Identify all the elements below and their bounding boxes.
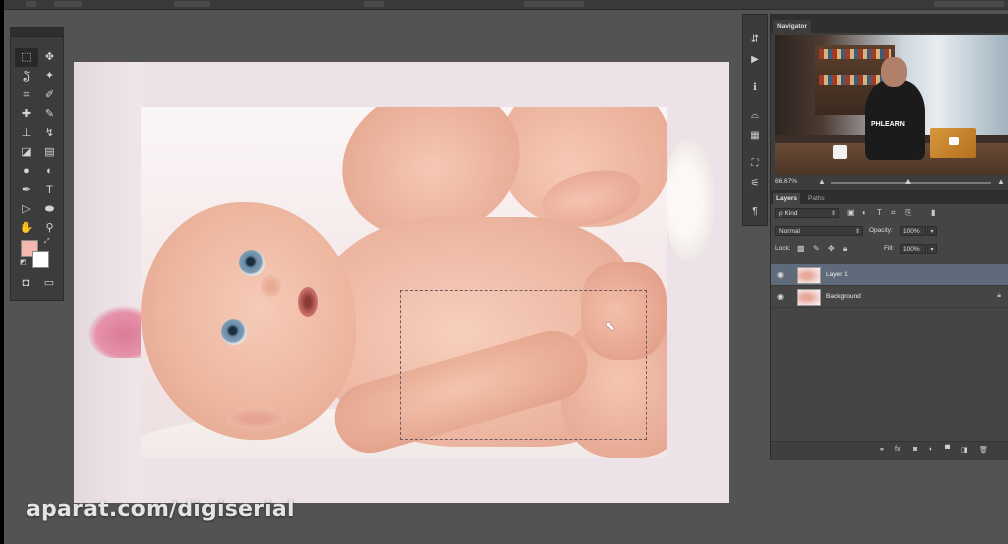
marquee-selection[interactable] xyxy=(400,290,647,440)
add-mask-icon[interactable]: ◙ xyxy=(913,446,917,453)
watermark: aparat.com/digiserial xyxy=(26,497,295,522)
filter-kind-select[interactable]: ρ Kind ⇕ xyxy=(775,208,839,218)
delete-layer-icon[interactable]: 🗑︎ xyxy=(979,446,988,454)
baby-eye xyxy=(221,319,247,345)
adjustment-layer-icon[interactable]: ◐ xyxy=(929,446,933,453)
history-icon[interactable]: ⇵ xyxy=(747,33,763,47)
move-tool-icon[interactable]: ✥ xyxy=(38,48,61,67)
type-tool-icon[interactable]: T xyxy=(38,181,61,200)
shape-filter-icon[interactable]: ⌗ xyxy=(891,208,896,218)
tab-layers[interactable]: Layers xyxy=(773,193,800,204)
lock-icon: 🔒︎ xyxy=(997,292,1001,299)
blur-tool-icon[interactable]: ● xyxy=(15,162,38,181)
navigator-panel: Navigator PHLEARN 66.67% ▲ ▲ xyxy=(770,14,1008,192)
layer-row-layer-1[interactable]: ◉ Layer 1 xyxy=(771,264,1008,286)
path-selection-tool-icon[interactable]: ▷ xyxy=(15,200,38,219)
lock-transparency-icon[interactable]: ▩ xyxy=(797,244,805,253)
hand-tool-icon[interactable]: ✋ xyxy=(15,219,38,238)
photoshop-window: ⬚ ✥ ຽ ✦ ⌗ ✐ ✚ ✎ ⊥ ↯ ◪ ▤ ● ◐ ✒ T ▷ ⬬ ✋ ⚲ ⤢ ◩ ◘ ▭ xyxy=(4,0,1008,544)
lasso-tool-icon[interactable]: ຽ xyxy=(15,67,38,86)
new-group-icon[interactable]: ▀ xyxy=(945,446,950,453)
zoom-in-icon[interactable]: ▲ xyxy=(997,177,1005,186)
ellipse-tool-icon[interactable]: ⬬ xyxy=(38,200,61,219)
tools-grid: ⬚ ✥ ຽ ✦ ⌗ ✐ ✚ ✎ ⊥ ↯ ◪ ▤ ● ◐ ✒ T ▷ ⬬ ✋ ⚲ xyxy=(15,48,61,238)
panel-icon-strip: ⇵ ▶ ℹ ⌓ ▦ ⛶ ⚟ ¶ xyxy=(742,14,768,226)
layers-panel: Layers Paths ρ Kind ⇕ ▣ ◐ T ⌗ ⎘ ▮ Normal ⇕… xyxy=(770,190,1008,460)
screen-mode-icon[interactable]: ▭ xyxy=(40,276,58,290)
lock-all-icon[interactable]: 🔒︎ xyxy=(843,244,847,254)
tab-navigator[interactable]: Navigator xyxy=(773,20,811,33)
type-filter-icon[interactable]: T xyxy=(877,208,882,217)
zoom-slider-thumb[interactable] xyxy=(905,179,911,184)
lock-label: Lock: xyxy=(775,245,791,252)
fill-label: Fill: xyxy=(884,245,895,252)
opacity-dropdown[interactable]: ▾ xyxy=(927,226,937,236)
filter-toggle-icon[interactable]: ▮ xyxy=(931,208,935,217)
link-layers-icon[interactable]: ⚭ xyxy=(879,446,885,454)
tools-panel-header[interactable] xyxy=(11,28,63,37)
pen-tool-icon[interactable]: ✒ xyxy=(15,181,38,200)
layer-thumbnail xyxy=(797,289,821,306)
layer-name: Background xyxy=(826,293,861,300)
cursor-icon: ⬉ xyxy=(605,319,616,333)
color-swatches: ⤢ ◩ xyxy=(20,238,53,272)
blend-mode-select[interactable]: Normal ⇕ xyxy=(775,226,863,236)
paragraph-icon[interactable]: ¶ xyxy=(747,205,763,219)
layer-style-icon[interactable]: fx xyxy=(895,446,900,453)
pixel-filter-icon[interactable]: ▣ xyxy=(847,208,855,217)
clone-source-icon[interactable]: ⛶ xyxy=(747,157,763,171)
actions-icon[interactable]: ▶ xyxy=(747,53,763,67)
tutu-fluff xyxy=(666,140,714,260)
default-colors-icon[interactable]: ◩ xyxy=(20,258,27,266)
gradient-tool-icon[interactable]: ▤ xyxy=(38,143,61,162)
clone-stamp-tool-icon[interactable]: ⊥ xyxy=(15,124,38,143)
options-bar xyxy=(4,0,1008,10)
brush-presets-icon[interactable]: ⌓ xyxy=(747,109,763,123)
opacity-label: Opacity: xyxy=(869,227,893,234)
layers-footer: ⚭ fx ◙ ◐ ▀ ◨ 🗑︎ xyxy=(771,441,1008,460)
adjustment-filter-icon[interactable]: ◐ xyxy=(862,208,867,217)
smart-object-filter-icon[interactable]: ⎘ xyxy=(905,208,911,218)
baby-foot xyxy=(88,306,148,358)
magic-wand-tool-icon[interactable]: ✦ xyxy=(38,67,61,86)
baby-eye xyxy=(239,250,265,276)
tab-paths[interactable]: Paths xyxy=(805,193,828,204)
rectangular-marquee-tool-icon[interactable]: ⬚ xyxy=(15,48,38,67)
layer-row-background[interactable]: ◉ Background 🔒︎ xyxy=(771,286,1008,308)
fill-field[interactable]: 100% xyxy=(900,244,926,254)
navigator-zoom-value[interactable]: 66.67% xyxy=(775,178,797,185)
navigator-zoom-slider[interactable] xyxy=(831,182,991,184)
history-brush-icon[interactable]: ↯ xyxy=(38,124,61,143)
lock-position-icon[interactable]: ✥ xyxy=(828,244,835,253)
visibility-eye-icon[interactable]: ◉ xyxy=(777,292,784,301)
background-color-swatch[interactable] xyxy=(32,251,49,268)
spot-healing-brush-icon[interactable]: ✚ xyxy=(15,105,38,124)
quick-mask-icon[interactable]: ◘ xyxy=(17,276,35,290)
adjustments-icon[interactable]: ⚟ xyxy=(747,177,763,191)
fill-dropdown[interactable]: ▾ xyxy=(927,244,937,254)
info-icon[interactable]: ℹ xyxy=(747,81,763,95)
layer-thumbnail xyxy=(797,267,821,284)
navigator-preview[interactable]: PHLEARN xyxy=(775,35,1008,175)
swatches-icon[interactable]: ▦ xyxy=(747,129,763,143)
swap-colors-icon[interactable]: ⤢ xyxy=(44,238,50,246)
zoom-out-icon[interactable]: ▲ xyxy=(818,177,826,186)
shirt-text: PHLEARN xyxy=(871,121,905,128)
dodge-tool-icon[interactable]: ◐ xyxy=(38,162,61,181)
tools-panel: ⬚ ✥ ຽ ✦ ⌗ ✐ ✚ ✎ ⊥ ↯ ◪ ▤ ● ◐ ✒ T ▷ ⬬ ✋ ⚲ ⤢ ◩ ◘ ▭ xyxy=(10,27,64,301)
layer-name: Layer 1 xyxy=(826,271,848,278)
lock-pixels-icon[interactable]: ✎ xyxy=(813,244,820,253)
new-layer-icon[interactable]: ◨ xyxy=(961,446,968,454)
eyedropper-tool-icon[interactable]: ✐ xyxy=(38,86,61,105)
opacity-field[interactable]: 100% xyxy=(900,226,926,236)
brush-tool-icon[interactable]: ✎ xyxy=(38,105,61,124)
zoom-tool-icon[interactable]: ⚲ xyxy=(38,219,61,238)
crop-tool-icon[interactable]: ⌗ xyxy=(15,86,38,105)
eraser-tool-icon[interactable]: ◪ xyxy=(15,143,38,162)
visibility-eye-icon[interactable]: ◉ xyxy=(777,270,784,279)
